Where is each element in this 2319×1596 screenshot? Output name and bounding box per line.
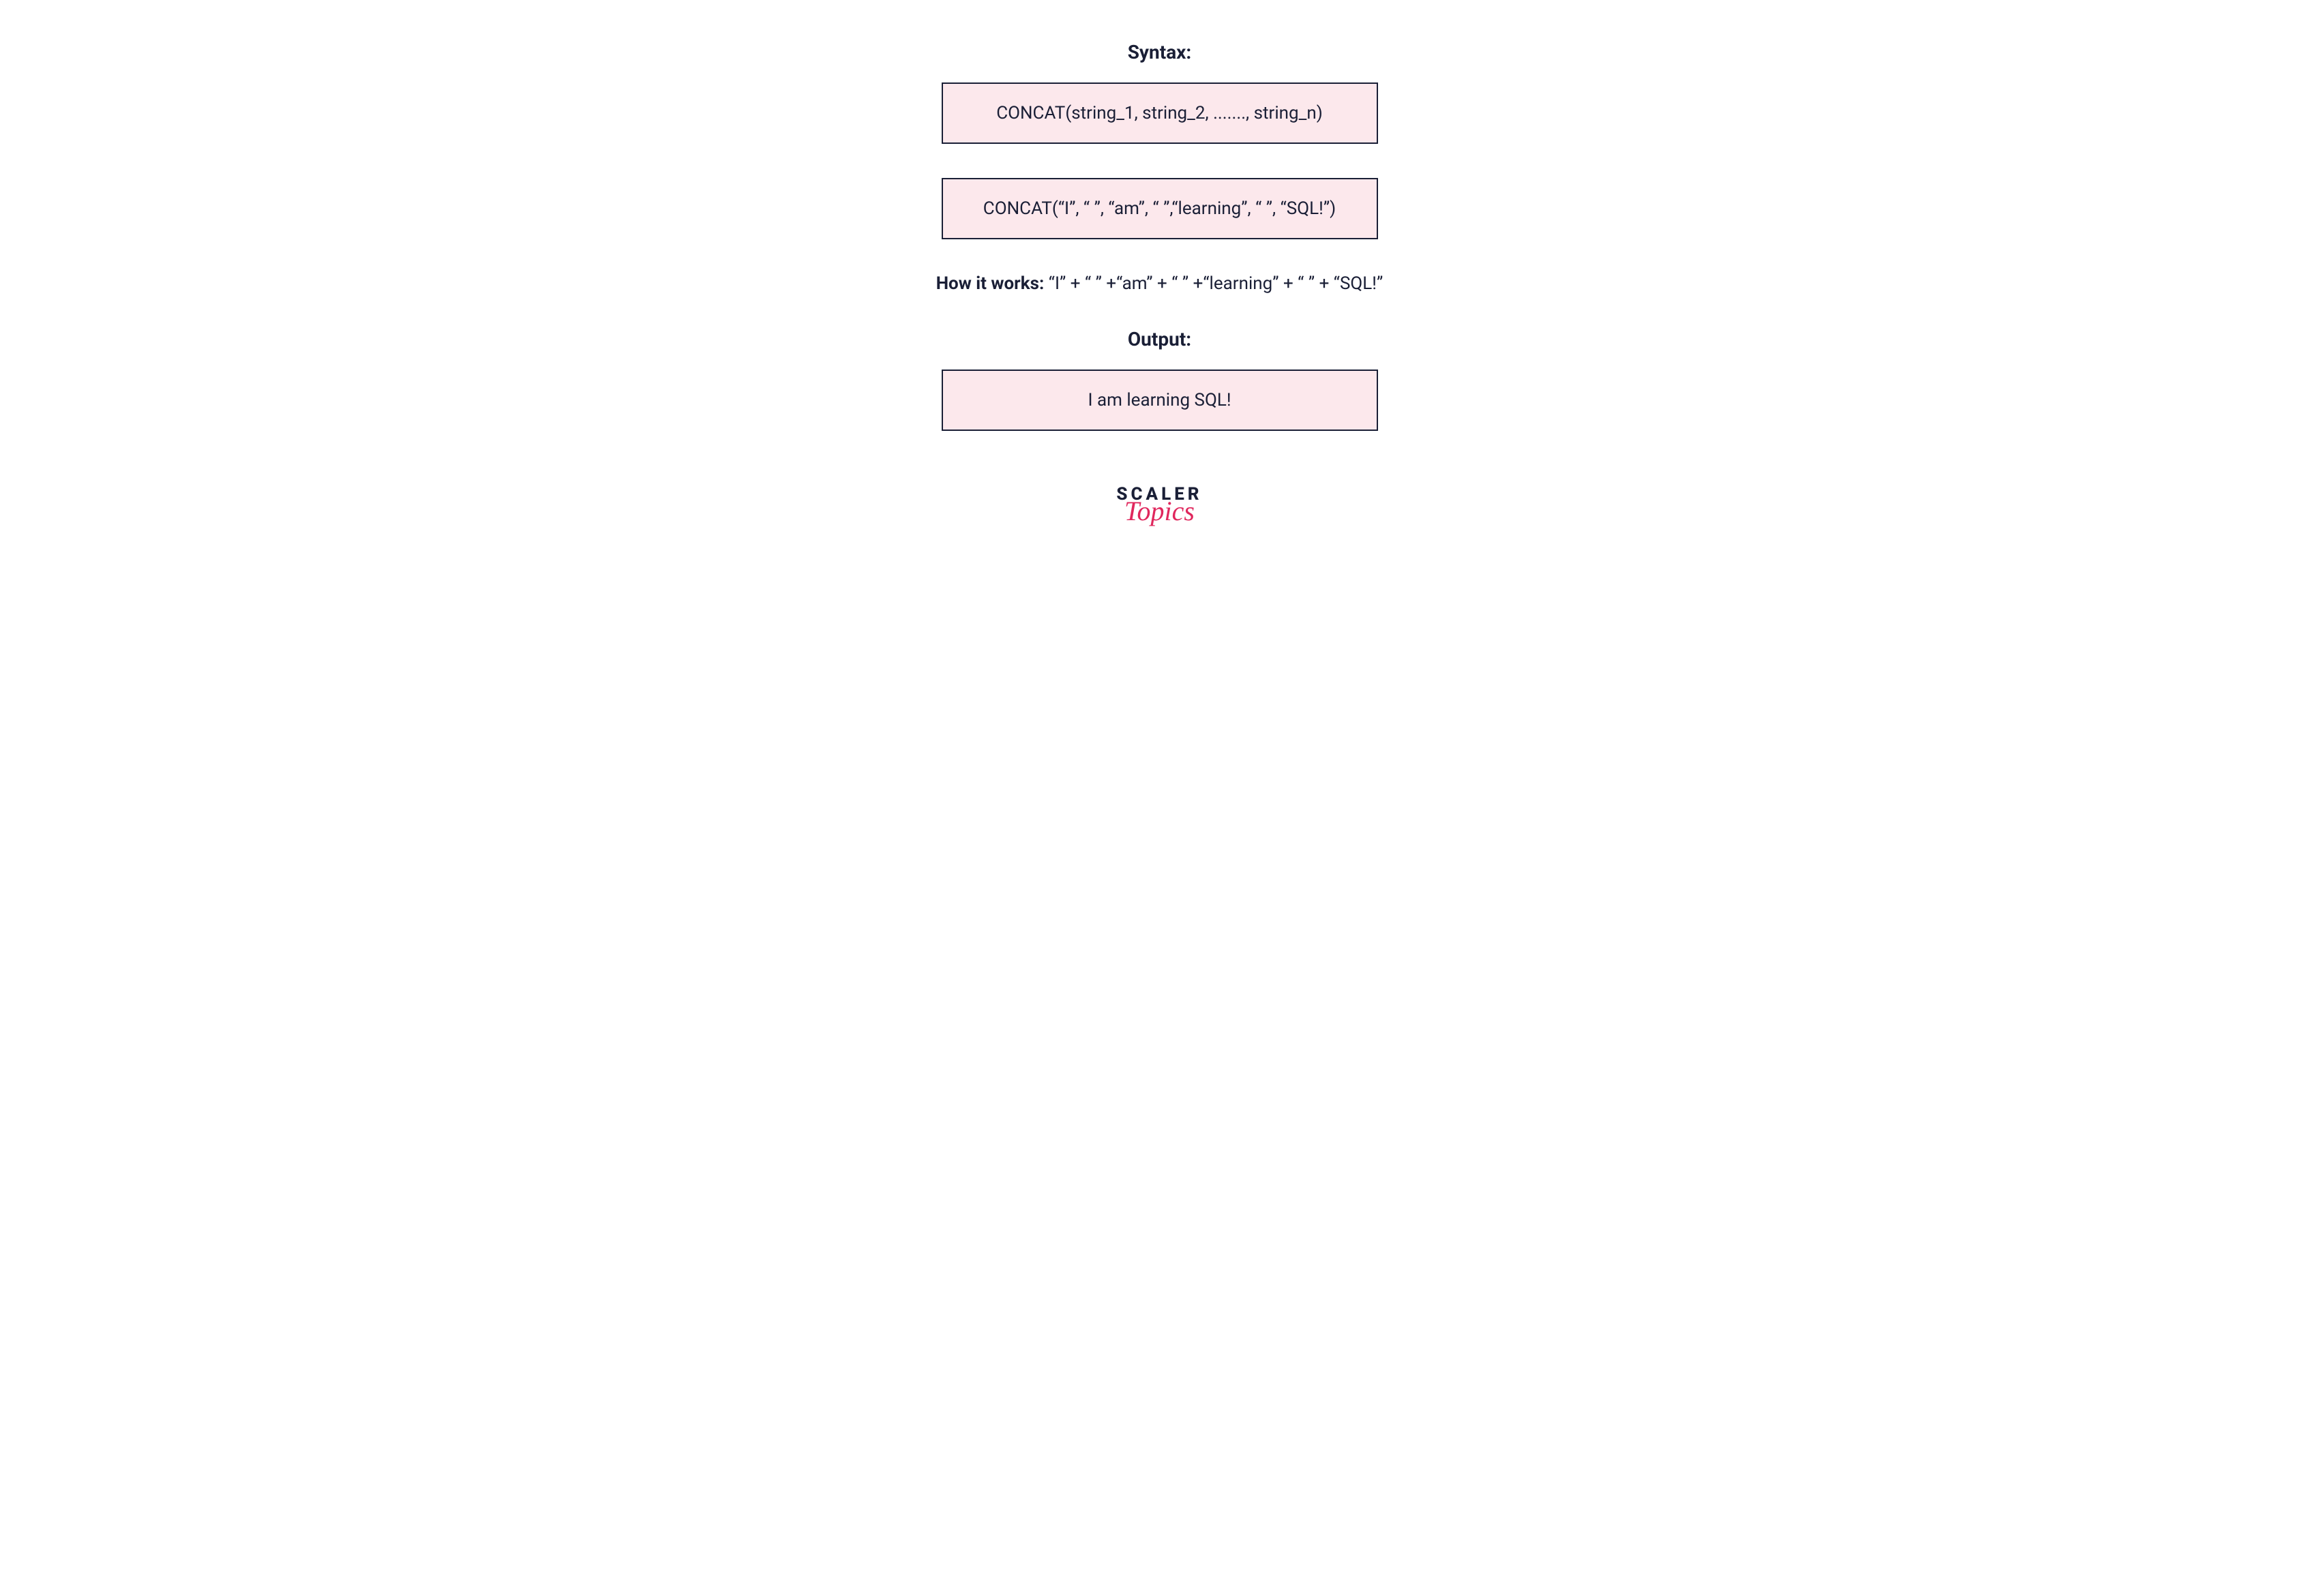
how-it-works-label: How it works: — [936, 273, 1049, 294]
how-it-works-text: “I” + “ ” +“am” + “ ” +“learning” + “ ” … — [1049, 273, 1383, 294]
syntax-box: CONCAT(string_1, string_2, ......., stri… — [942, 82, 1378, 144]
output-heading: Output: — [1128, 328, 1191, 350]
output-box: I am learning SQL! — [942, 370, 1378, 431]
scaler-topics-logo: SCALER Topics — [1116, 485, 1202, 525]
logo-topics-text: Topics — [1124, 498, 1195, 525]
syntax-heading: Syntax: — [1128, 41, 1192, 63]
example-box: CONCAT(“I”, “ ”, “am”, “ ”,“learning”, “… — [942, 178, 1378, 239]
how-it-works-line: How it works: “I” + “ ” +“am” + “ ” +“le… — [936, 273, 1383, 294]
